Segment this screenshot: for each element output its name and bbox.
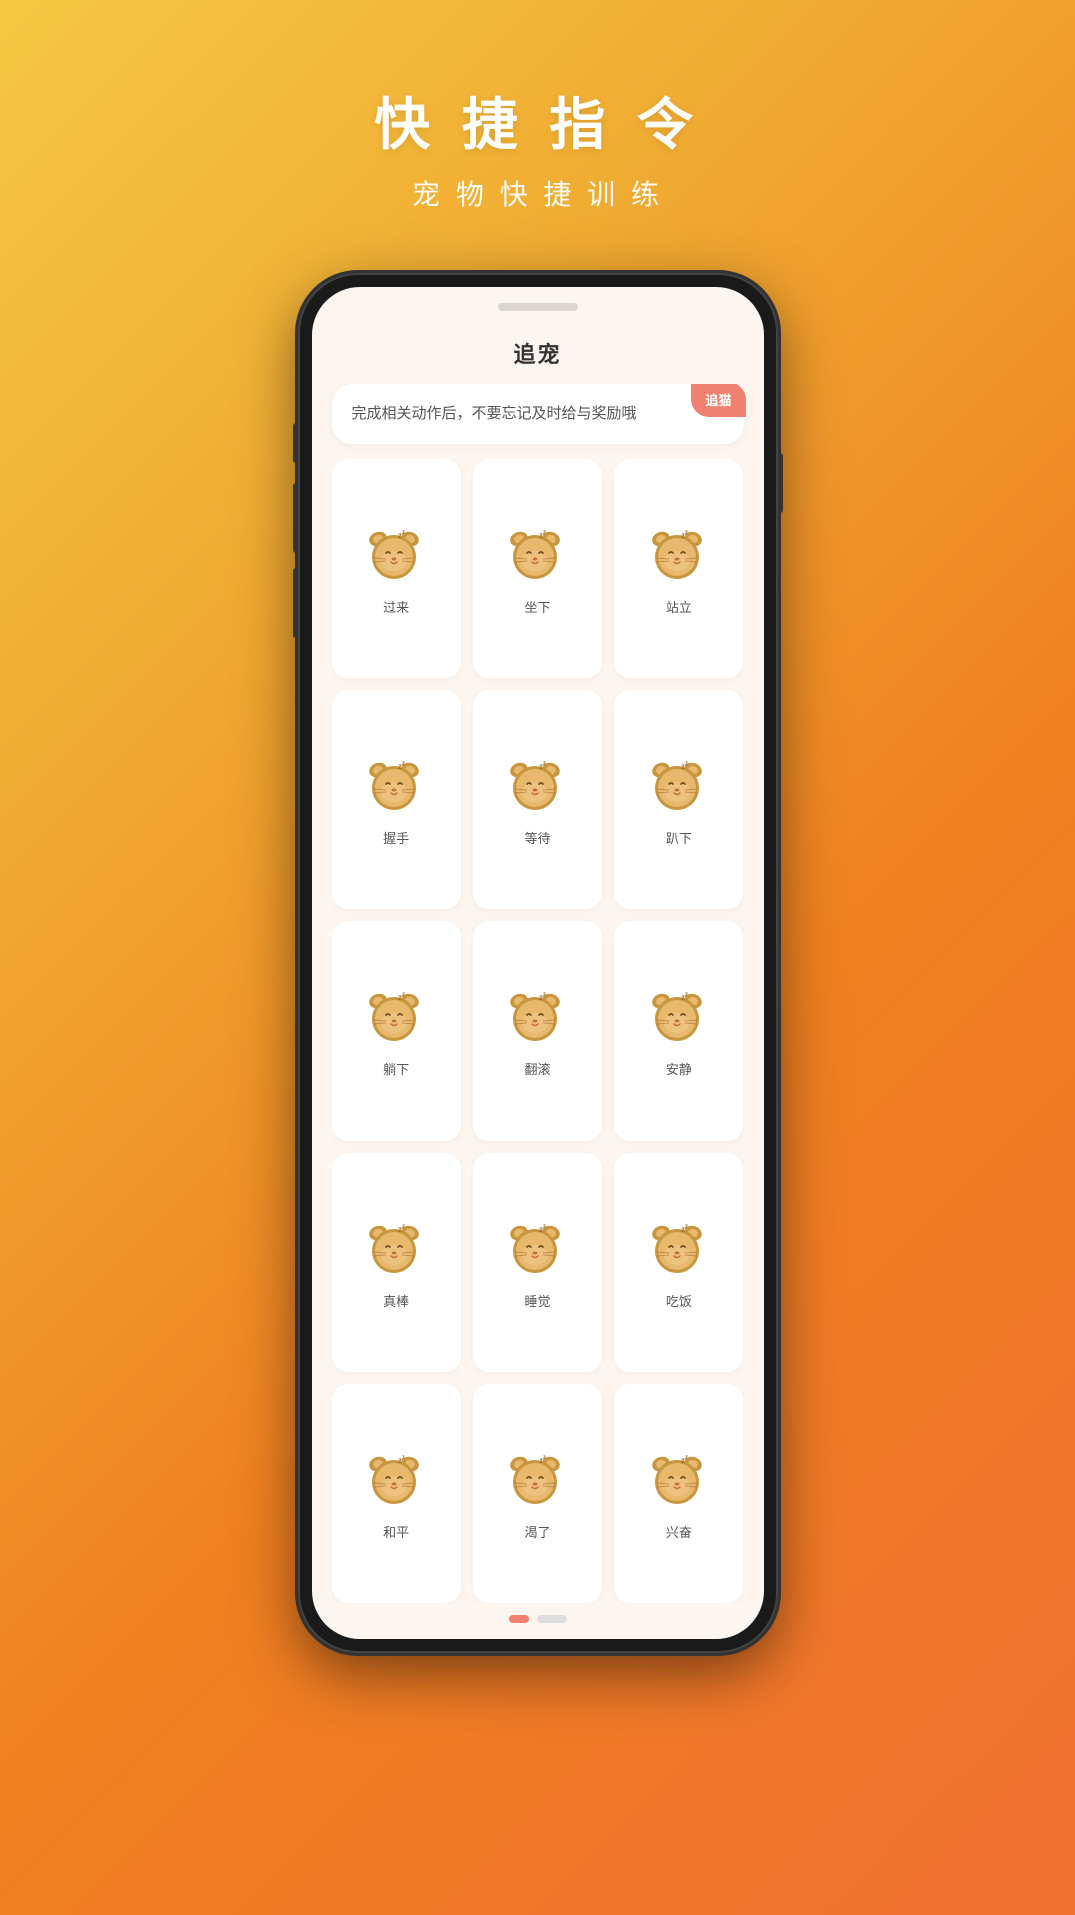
pet-icon: z z (647, 1450, 711, 1514)
banner-tag: 追猫 (691, 384, 745, 417)
command-label: 渴了 (524, 1522, 550, 1541)
svg-text:z: z (402, 1224, 405, 1230)
commands-grid: z z 过来 z z 坐下 (332, 459, 744, 1603)
command-label: 坐下 (524, 597, 550, 616)
svg-text:z: z (543, 530, 546, 536)
pet-icon: z z (505, 756, 569, 820)
command-item[interactable]: z z 和平 (332, 1384, 461, 1603)
svg-text:z: z (402, 530, 405, 536)
svg-text:z: z (685, 1455, 688, 1461)
svg-text:z: z (543, 761, 546, 767)
screen-content: 完成相关动作后，不要忘记及时给与奖励哦 追猫 z z 过来 (312, 384, 764, 1603)
volume-down-button (293, 568, 298, 638)
pet-icon: z z (364, 1219, 428, 1283)
camera-notch (312, 287, 764, 327)
command-item[interactable]: z z 握手 (332, 690, 461, 909)
command-item[interactable]: z z 翻滚 (473, 921, 602, 1140)
header-section: 快 捷 指 令 宠 物 快 捷 训 练 (374, 80, 701, 213)
command-label: 站立 (666, 597, 692, 616)
command-label: 睡觉 (524, 1291, 550, 1310)
pet-icon: z z (505, 1219, 569, 1283)
command-item[interactable]: z z 坐下 (473, 459, 602, 678)
screen-title: 追宠 (312, 327, 764, 384)
pet-icon: z z (364, 987, 428, 1051)
command-item[interactable]: z z 等待 (473, 690, 602, 909)
banner-text: 完成相关动作后，不要忘记及时给与奖励哦 (352, 402, 724, 426)
command-label: 吃饭 (666, 1291, 692, 1310)
command-item[interactable]: z z 渴了 (473, 1384, 602, 1603)
command-item[interactable]: z z 站立 (614, 459, 743, 678)
mute-button (293, 423, 298, 463)
power-button (778, 453, 783, 513)
svg-text:z: z (402, 761, 405, 767)
pet-icon: z z (364, 525, 428, 589)
command-item[interactable]: z z 过来 (332, 459, 461, 678)
pet-icon: z z (364, 1450, 428, 1514)
page-indicator (312, 1603, 764, 1639)
pet-icon: z z (505, 525, 569, 589)
svg-text:z: z (543, 992, 546, 998)
pet-icon: z z (647, 525, 711, 589)
svg-text:z: z (402, 992, 405, 998)
svg-text:z: z (685, 530, 688, 536)
command-item[interactable]: z z 真棒 (332, 1153, 461, 1372)
banner-card: 完成相关动作后，不要忘记及时给与奖励哦 追猫 (332, 384, 744, 444)
main-title: 快 捷 指 令 (374, 80, 701, 161)
pet-icon: z z (647, 987, 711, 1051)
command-label: 躺下 (383, 1059, 409, 1078)
command-item[interactable]: z z 兴奋 (614, 1384, 743, 1603)
command-label: 真棒 (383, 1291, 409, 1310)
pet-icon: z z (505, 987, 569, 1051)
command-item[interactable]: z z 睡觉 (473, 1153, 602, 1372)
svg-text:z: z (685, 1224, 688, 1230)
svg-text:z: z (543, 1455, 546, 1461)
phone-mockup: 追宠 完成相关动作后，不要忘记及时给与奖励哦 追猫 (298, 273, 778, 1653)
command-label: 翻滚 (524, 1059, 550, 1078)
pet-icon: z z (647, 756, 711, 820)
command-label: 和平 (383, 1522, 409, 1541)
command-item[interactable]: z z 安静 (614, 921, 743, 1140)
sub-title: 宠 物 快 捷 训 练 (374, 173, 701, 213)
phone-screen: 追宠 完成相关动作后，不要忘记及时给与奖励哦 追猫 (312, 287, 764, 1639)
dot-inactive (537, 1615, 567, 1623)
command-label: 过来 (383, 597, 409, 616)
pet-icon: z z (364, 756, 428, 820)
svg-text:z: z (543, 1224, 546, 1230)
command-label: 握手 (383, 828, 409, 847)
pet-icon: z z (505, 1450, 569, 1514)
command-label: 趴下 (666, 828, 692, 847)
command-item[interactable]: z z 躺下 (332, 921, 461, 1140)
pet-icon: z z (647, 1219, 711, 1283)
command-label: 等待 (524, 828, 550, 847)
volume-up-button (293, 483, 298, 553)
svg-text:z: z (685, 761, 688, 767)
command-label: 安静 (666, 1059, 692, 1078)
svg-text:z: z (685, 992, 688, 998)
svg-text:z: z (402, 1455, 405, 1461)
command-item[interactable]: z z 吃饭 (614, 1153, 743, 1372)
dot-active (509, 1615, 529, 1623)
command-item[interactable]: z z 趴下 (614, 690, 743, 909)
command-label: 兴奋 (666, 1522, 692, 1541)
